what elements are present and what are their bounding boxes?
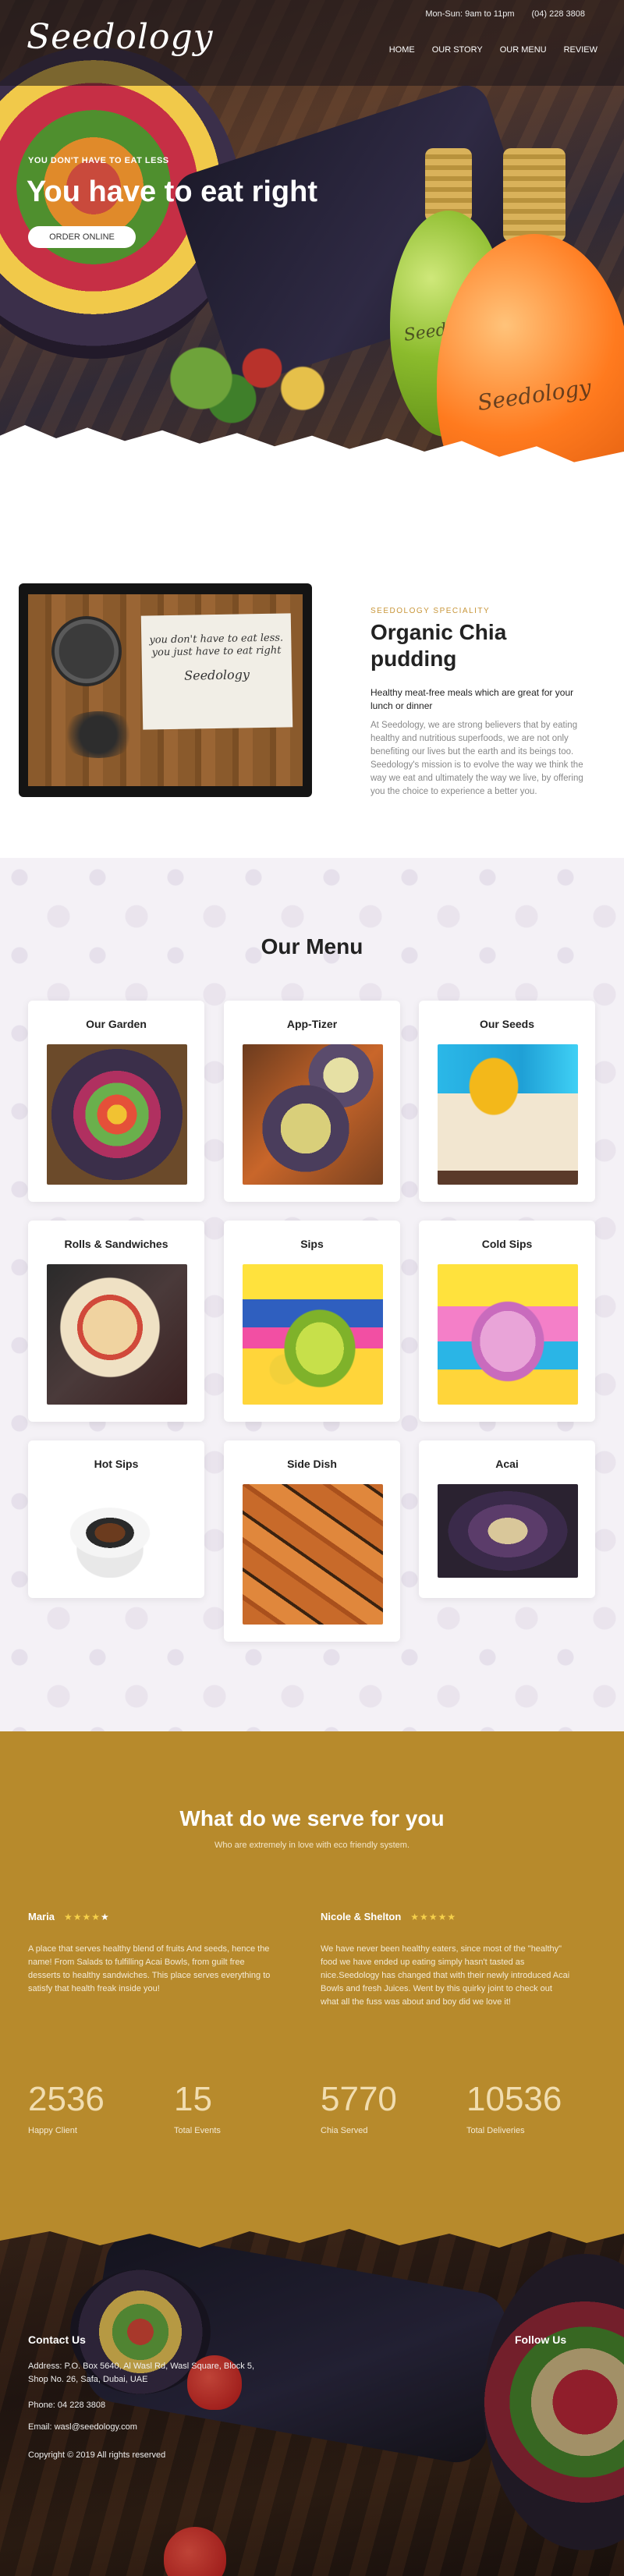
menu-card-rolls-sandwiches[interactable]: Rolls & Sandwiches: [28, 1221, 204, 1422]
stat-label: Chia Served: [321, 2126, 368, 2135]
vegetables-image: [140, 328, 343, 429]
speciality-subtitle: Healthy meat-free meals which are great …: [370, 687, 574, 711]
header-phone[interactable]: (04) 228 3808: [532, 9, 586, 19]
stat-number: 10536: [466, 2080, 562, 2118]
menu-card-title: Cold Sips: [481, 1238, 533, 1250]
acai-bowl-image: [438, 1484, 578, 1578]
nav-our-story[interactable]: OUR STORY: [432, 45, 483, 55]
chia-photo: you don't have to eat less. you just hav…: [28, 594, 303, 786]
chia-jar-image: [438, 1044, 578, 1185]
contact-address: Address: P.O. Box 5640, Al Wasl Rd, Wasl…: [28, 2362, 255, 2384]
salad-bowl-image: [47, 1044, 187, 1185]
stat-label: Total Events: [174, 2126, 221, 2135]
menu-section: Our Menu Our Garden App-Tizer Our Seeds …: [0, 858, 624, 1731]
hero-kicker: YOU DON'T HAVE TO EAT LESS: [28, 156, 169, 165]
contact-strip: Mon-Sun: 9am to 11pm (04) 228 3808: [425, 9, 585, 19]
menu-card-app-tizer[interactable]: App-Tizer: [224, 1001, 400, 1202]
wraps-image: [47, 1264, 187, 1405]
star-rating-icon: ★★★★★: [410, 1911, 457, 1922]
hummus-bowl-image: [243, 1044, 383, 1185]
serve-title: What do we serve for you: [179, 1806, 445, 1830]
menu-card-title: Acai: [495, 1458, 519, 1470]
hero-title: You have to eat right: [27, 175, 318, 208]
menu-card-title: Sips: [300, 1238, 324, 1250]
green-juice-image: [243, 1264, 383, 1405]
nav-home[interactable]: HOME: [389, 45, 415, 55]
site-logo[interactable]: Seedology: [27, 17, 213, 57]
menu-title: Our Menu: [261, 934, 363, 958]
testimonial-text: We have never been healthy eaters, since…: [321, 1944, 570, 2007]
testimonial-name: Maria: [28, 1911, 55, 1922]
stat-number: 2536: [28, 2080, 105, 2118]
nav-our-menu[interactable]: OUR MENU: [500, 45, 547, 55]
note-text: you don't have to eat less. you just hav…: [149, 632, 284, 659]
stat-number: 15: [174, 2080, 212, 2118]
menu-card-side-dish[interactable]: Side Dish: [224, 1440, 400, 1642]
top-navigation-bar: Seedology Mon-Sun: 9am to 11pm (04) 228 …: [0, 0, 624, 86]
note-signature: Seedology: [184, 667, 250, 683]
smoothie-jar-image: [438, 1264, 578, 1405]
stat-total-deliveries: 10536 Total Deliveries: [466, 2080, 562, 2136]
contact-phone[interactable]: Phone: 04 228 3808: [28, 2401, 105, 2410]
note-card: you don't have to eat less. you just hav…: [140, 613, 293, 730]
footer: Contact Us Address: P.O. Box 5640, Al Wa…: [0, 2215, 624, 2576]
opening-hours: Mon-Sun: 9am to 11pm: [425, 9, 515, 19]
menu-card-title: Rolls & Sandwiches: [64, 1238, 168, 1250]
menu-card-title: Side Dish: [287, 1458, 337, 1470]
menu-card-title: Our Garden: [86, 1018, 147, 1030]
stat-total-events: 15 Total Events: [174, 2080, 221, 2136]
speciality-title: Organic Chia pudding: [370, 620, 507, 671]
menu-card-acai[interactable]: Acai: [419, 1440, 595, 1598]
testimonial-text: A place that serves healthy blend of fru…: [28, 1944, 271, 1993]
stat-label: Happy Client: [28, 2126, 77, 2135]
menu-card-sips[interactable]: Sips: [224, 1221, 400, 1422]
order-online-button[interactable]: ORDER ONLINE: [28, 226, 136, 248]
main-nav: HOME OUR STORY OUR MENU REVIEW: [389, 45, 597, 55]
testimonial-name: Nicole & Shelton: [321, 1911, 402, 1922]
stat-number: 5770: [321, 2080, 397, 2118]
chia-photo-frame: you don't have to eat less. you just hav…: [19, 583, 312, 797]
menu-card-title: Hot Sips: [94, 1458, 139, 1470]
menu-card-title: App-Tizer: [286, 1018, 338, 1030]
menu-card-cold-sips[interactable]: Cold Sips: [419, 1221, 595, 1422]
follow-title: Follow Us: [515, 2333, 567, 2346]
contact-email[interactable]: Email: wasl@seedology.com: [28, 2422, 137, 2432]
speciality-section: you don't have to eat less. you just hav…: [0, 546, 624, 858]
copyright: Copyright © 2019 All rights reserved: [28, 2450, 166, 2460]
menu-card-our-seeds[interactable]: Our Seeds: [419, 1001, 595, 1202]
stat-happy-client: 2536 Happy Client: [28, 2080, 105, 2136]
serve-section: What do we serve for you Who are extreme…: [0, 1731, 624, 2215]
coffee-cup-image: [47, 1484, 187, 1578]
chia-bowl-image: [51, 616, 122, 686]
stat-chia-served: 5770 Chia Served: [321, 2080, 397, 2136]
stat-label: Total Deliveries: [466, 2126, 525, 2135]
menu-card-hot-sips[interactable]: Hot Sips: [28, 1440, 204, 1598]
star-rating-icon: ★★★★★: [63, 1911, 110, 1922]
sweet-potato-wedges-image: [243, 1484, 383, 1625]
menu-card-title: Our Seeds: [479, 1018, 535, 1030]
speciality-kicker: SEEDOLOGY SPECIALITY: [370, 607, 491, 615]
testimonial-nicole-shelton: Nicole & Shelton ★★★★★ We have never bee…: [321, 1911, 570, 2009]
serve-subtitle: Who are extremely in love with eco frien…: [214, 1841, 410, 1850]
menu-card-our-garden[interactable]: Our Garden: [28, 1001, 204, 1202]
hero-section: Seedology Seedology Seedology Mon-Sun: 9…: [0, 0, 624, 546]
contact-title: Contact Us: [28, 2333, 86, 2346]
speciality-description: At Seedology, we are strong believers th…: [370, 721, 583, 796]
testimonial-maria: Maria ★★★★★ A place that serves healthy …: [28, 1911, 278, 1996]
nav-review[interactable]: REVIEW: [564, 45, 597, 55]
chia-seeds-image: [59, 711, 137, 758]
